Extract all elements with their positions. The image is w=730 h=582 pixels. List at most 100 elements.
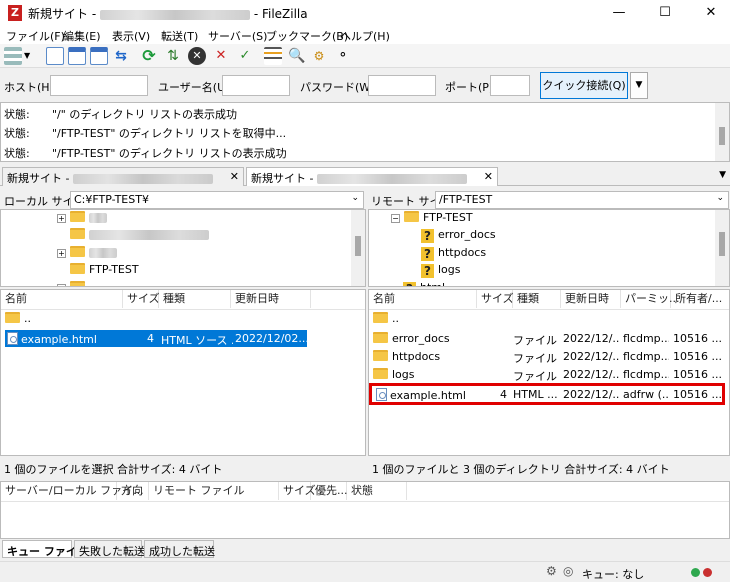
message-log: 状態: "/" のディレクトリ リストの表示成功 状態: "/FTP-TEST" の…	[0, 102, 730, 162]
local-path-combo[interactable]: C:¥FTP-TEST¥ ⌄	[70, 191, 364, 209]
queue-status: キュー: なし	[582, 568, 645, 581]
remote-path-combo[interactable]: /FTP-TEST ⌄	[435, 191, 729, 209]
remote-directory-tree: −FTP-TEST ?error_docs ?httpdocs ?logs ?h…	[368, 209, 730, 287]
site-manager-dropdown-icon[interactable]: ▼	[24, 47, 34, 65]
column-owner[interactable]: 所有者/...	[671, 290, 729, 308]
minimize-button[interactable]: —	[596, 0, 642, 26]
site-manager-icon[interactable]	[4, 47, 22, 65]
tree-item[interactable]: +	[57, 245, 117, 261]
column-size[interactable]: サイズ	[123, 290, 160, 308]
remote-tree-scrollbar[interactable]	[715, 210, 729, 286]
close-window-button[interactable]: ✕	[688, 0, 730, 26]
table-row[interactable]: error_docs ファイル ... 2022/12/... flcdmp..…	[369, 331, 729, 349]
maximize-button[interactable]: ☐	[642, 0, 688, 26]
toggle-sync-browsing-icon[interactable]: 🔍	[288, 47, 306, 65]
download-indicator-icon	[703, 568, 712, 577]
tree-item[interactable]: ? httpdocs	[421, 245, 486, 261]
column-modified[interactable]: 更新日時	[231, 290, 311, 308]
tree-item-ftp-test[interactable]: FTP-TEST	[57, 262, 139, 278]
search-remote-files-icon[interactable]: ⚬	[334, 47, 352, 65]
tab-failed-transfers[interactable]: 失敗した転送	[74, 540, 145, 558]
menu-edit[interactable]: 編集(E)	[63, 28, 101, 44]
tree-item[interactable]: +	[57, 280, 89, 286]
log-scrollbar-thumb[interactable]	[719, 127, 725, 145]
tab-successful-transfers[interactable]: 成功した転送	[144, 540, 215, 558]
unknown-folder-icon: ?	[421, 264, 434, 278]
column-type[interactable]: 種類	[513, 290, 561, 308]
chevron-down-icon[interactable]: ⌄	[351, 193, 359, 203]
table-row[interactable]: httpdocs ファイル ... 2022/12/... flcdmp... …	[369, 349, 729, 367]
tree-item[interactable]: ?html	[403, 280, 445, 286]
quickconnect-dropdown-button[interactable]: ▼	[630, 72, 648, 99]
tab-queued-files[interactable]: キュー ファイル	[2, 540, 88, 558]
upload-indicator-icon	[691, 568, 700, 577]
menu-help[interactable]: ヘルプ(H)	[340, 28, 390, 44]
close-tab-icon[interactable]: ✕	[484, 170, 493, 183]
transfer-queue-icon[interactable]: ⇆	[112, 47, 130, 65]
folder-icon	[373, 312, 388, 323]
password-label: パスワード(W):	[300, 81, 379, 94]
tab-connection-1[interactable]: 新規サイト - ✕	[2, 167, 244, 186]
highlighted-table-row[interactable]: example.html 4 HTML ... 2022/12/... adfr…	[369, 383, 725, 405]
column-name[interactable]: 名前	[1, 290, 123, 308]
column-remote-file[interactable]: リモート ファイル	[149, 482, 279, 500]
column-status[interactable]: 状態	[347, 482, 407, 500]
close-tab-icon[interactable]: ✕	[230, 170, 239, 183]
filezilla-app-icon: Z	[8, 5, 22, 21]
column-type[interactable]: 種類	[159, 290, 231, 308]
process-queue-icon[interactable]: ⇅	[164, 47, 182, 65]
title-bar: Z 新規サイト - - FileZilla — ☐ ✕	[0, 0, 730, 26]
chevron-down-icon[interactable]: ⌄	[716, 193, 724, 203]
table-row[interactable]: ..	[5, 312, 125, 325]
column-priority[interactable]: 優先...	[311, 482, 348, 500]
menu-transfer[interactable]: 転送(T)	[161, 28, 198, 44]
quickconnect-button[interactable]: クイック接続(Q)	[540, 72, 628, 99]
tree-item[interactable]: +	[57, 210, 107, 226]
column-modified[interactable]: 更新日時	[561, 290, 621, 308]
menu-view[interactable]: 表示(V)	[112, 28, 150, 44]
local-site-bar: ローカル サイト: C:¥FTP-TEST¥ ⌄	[2, 191, 364, 209]
column-size[interactable]: サイズ	[279, 482, 316, 500]
host-input[interactable]	[50, 75, 148, 96]
tab-list-dropdown-icon[interactable]: ▼	[719, 170, 726, 180]
directory-compare-icon[interactable]: ⚙	[310, 47, 328, 65]
speed-limit-icon[interactable]: ◎	[563, 564, 573, 578]
redacted-host	[72, 174, 213, 184]
queue-header: サーバー/ローカル ファイ... 方向 リモート ファイル サイズ 優先... …	[1, 482, 729, 502]
cancel-operation-icon[interactable]: ✕	[188, 47, 206, 65]
window-title: 新規サイト - - FileZilla	[28, 7, 308, 21]
menu-file[interactable]: ファイル(F)	[6, 28, 65, 44]
password-input[interactable]	[368, 75, 436, 96]
column-size[interactable]: サイズ	[477, 290, 514, 308]
tree-item[interactable]: ? logs	[421, 262, 461, 278]
column-permissions[interactable]: パーミッ...	[621, 290, 680, 308]
toggle-log-icon[interactable]	[46, 47, 64, 65]
sort-ascending-icon: ^	[417, 289, 425, 297]
table-row[interactable]: ..	[373, 312, 473, 325]
refresh-icon[interactable]: ⟳	[140, 47, 158, 65]
port-input[interactable]	[490, 75, 530, 96]
toggle-local-tree-icon[interactable]	[68, 47, 86, 65]
log-scrollbar[interactable]	[715, 103, 729, 161]
table-row-selected[interactable]: example.html 4 HTML ソース ... 2022/12/02..…	[5, 330, 307, 347]
local-file-list: 名前 ^ サイズ 種類 更新日時 .. example.html 4 HTML …	[0, 289, 366, 456]
toggle-remote-tree-icon[interactable]	[90, 47, 108, 65]
remote-status: 1 個のファイルと 3 個のディレクトリ 合計サイズ: 4 バイト	[372, 463, 670, 476]
column-server-local-file[interactable]: サーバー/ローカル ファイ...	[1, 482, 144, 500]
folder-icon	[404, 211, 419, 222]
menu-bookmarks[interactable]: ブックマーク(B)	[266, 28, 348, 44]
directory-filter-icon[interactable]	[264, 47, 282, 65]
menu-server[interactable]: サーバー(S)	[208, 28, 267, 44]
reconnect-icon[interactable]: ✓	[236, 47, 254, 65]
tree-item-ftp-test[interactable]: − FTP-TEST	[391, 210, 473, 226]
username-input[interactable]	[222, 75, 290, 96]
tree-item[interactable]	[57, 227, 209, 243]
column-direction[interactable]: 方向	[117, 482, 149, 500]
disconnect-icon[interactable]: ✕	[212, 47, 230, 65]
html-file-icon	[7, 332, 18, 345]
tab-connection-2[interactable]: 新規サイト - ✕	[246, 167, 498, 186]
folder-icon	[70, 211, 85, 222]
local-tree-scrollbar[interactable]	[351, 210, 365, 286]
settings-gear-icon[interactable]: ⚙	[546, 564, 557, 578]
tree-item[interactable]: ? error_docs	[421, 227, 496, 243]
